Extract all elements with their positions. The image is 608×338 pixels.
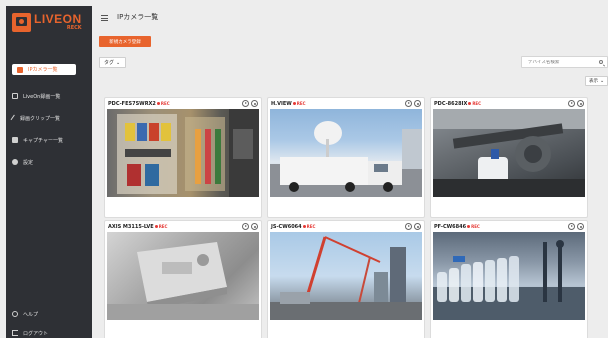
search-box[interactable]: [521, 56, 608, 68]
display-mode-label: 表示: [589, 79, 598, 84]
clip-icon: [10, 114, 17, 122]
sidebar-item-recording-clips[interactable]: 録画クリップ一覧: [10, 112, 92, 124]
snapshot-icon: [12, 137, 18, 143]
sidebar-item-settings[interactable]: 設定: [12, 156, 92, 168]
sidebar-item-captures[interactable]: キャプチャー一覧: [12, 134, 92, 146]
video-icon: [12, 93, 18, 99]
camera-settings-icon[interactable]: [577, 100, 584, 107]
add-camera-button[interactable]: 新規カメラ登録: [99, 36, 151, 47]
logo-name: LIVEON: [34, 12, 82, 26]
camera-card[interactable]: JS-CW6064 REC: [267, 220, 425, 338]
camera-settings-icon[interactable]: [414, 223, 421, 230]
play-icon[interactable]: [568, 100, 575, 107]
sidebar-item-label: ログアウト: [23, 330, 49, 337]
rec-badge: REC: [293, 101, 306, 106]
chevron-down-icon: ⌄: [600, 78, 605, 84]
app-logo[interactable]: LIVEON RECK: [12, 13, 82, 32]
sidebar-item-help[interactable]: ヘルプ: [12, 308, 92, 320]
sidebar-item-label: キャプチャー一覧: [23, 137, 63, 144]
camera-thumbnail[interactable]: [433, 232, 585, 320]
camera-thumbnail[interactable]: [433, 109, 585, 197]
rec-badge: REC: [155, 224, 168, 229]
camera-thumbnail[interactable]: [270, 232, 422, 320]
camera-name: AXIS M3115-LVE: [108, 223, 154, 230]
camera-settings-icon[interactable]: [414, 100, 421, 107]
display-mode-select[interactable]: 表示 ⌄: [585, 76, 608, 86]
play-icon[interactable]: [568, 223, 575, 230]
search-icon[interactable]: [599, 60, 603, 64]
camera-card[interactable]: AXIS M3115-LVE REC: [104, 220, 262, 338]
tag-filter-label: タグ: [104, 60, 115, 66]
camera-settings-icon[interactable]: [577, 223, 584, 230]
logo-sub: RECK: [66, 25, 82, 31]
sidebar-item-label: LiveOn録画一覧: [23, 93, 61, 100]
sidebar-item-label: 設定: [23, 159, 34, 166]
camera-thumbnail[interactable]: [107, 232, 259, 320]
camera-name: JS-CW6064: [271, 223, 302, 230]
page-title: IPカメラ一覧: [117, 13, 159, 21]
tag-filter-select[interactable]: タグ ⌄: [99, 57, 126, 68]
sidebar-item-label: IPカメラ一覧: [28, 67, 58, 73]
rec-badge: REC: [468, 101, 481, 106]
camera-thumbnail[interactable]: [270, 109, 422, 197]
rec-badge: REC: [157, 101, 170, 106]
play-icon[interactable]: [405, 223, 412, 230]
rec-badge: REC: [467, 224, 480, 229]
camera-thumbnail[interactable]: [107, 109, 259, 197]
logout-icon: [12, 330, 18, 336]
sidebar: LIVEON RECK IPカメラ一覧 LiveOn録画一覧 録画クリップ一覧 …: [6, 6, 92, 338]
help-icon: [12, 311, 18, 317]
camera-card[interactable]: PDC-8628IX REC: [430, 97, 588, 218]
gear-icon: [12, 159, 18, 165]
camera-settings-icon[interactable]: [251, 223, 258, 230]
rec-badge: REC: [303, 224, 316, 229]
sidebar-item-liveon-recordings[interactable]: LiveOn録画一覧: [12, 90, 92, 102]
camera-card[interactable]: H.VIEW REC: [267, 97, 425, 218]
camera-name: PDC-FES7SWRX2: [108, 100, 156, 107]
camera-card[interactable]: PDC-FES7SWRX2 REC: [104, 97, 262, 218]
sidebar-item-ip-camera-list[interactable]: IPカメラ一覧: [12, 64, 76, 75]
sidebar-item-logout[interactable]: ログアウト: [12, 327, 92, 338]
camera-name: PDC-8628IX: [434, 100, 468, 107]
chevron-down-icon: ⌄: [116, 59, 121, 66]
logo-icon: [12, 13, 31, 32]
menu-icon[interactable]: [101, 15, 108, 21]
camera-card[interactable]: PF-CW6846 REC: [430, 220, 588, 338]
play-icon[interactable]: [242, 100, 249, 107]
play-icon[interactable]: [405, 100, 412, 107]
sidebar-item-label: ヘルプ: [23, 311, 39, 318]
camera-settings-icon[interactable]: [251, 100, 258, 107]
play-icon[interactable]: [242, 223, 249, 230]
sidebar-item-label: 録画クリップ一覧: [20, 115, 61, 122]
search-input[interactable]: [522, 59, 590, 65]
camera-name: H.VIEW: [271, 100, 292, 107]
camera-icon: [17, 66, 23, 73]
camera-name: PF-CW6846: [434, 223, 467, 230]
